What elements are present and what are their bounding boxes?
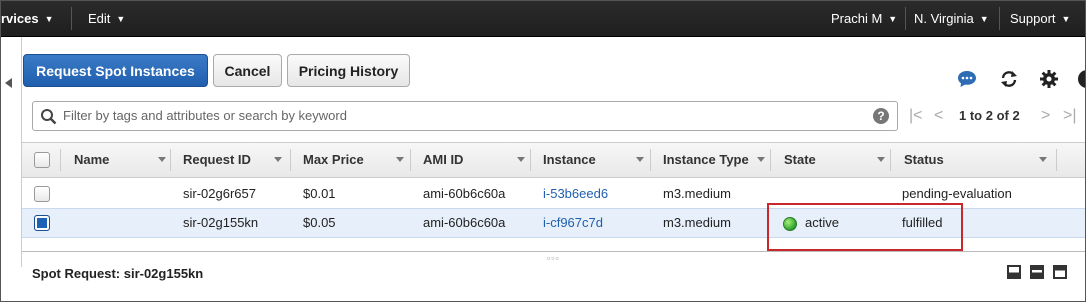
user-label: Prachi M (831, 11, 883, 26)
chevron-down-icon: ▼ (979, 14, 989, 25)
column-divider (530, 149, 531, 171)
chevron-down-icon: ▼ (888, 14, 898, 25)
cell-ami-id: ami-60b6c60a (423, 215, 506, 230)
cell-ami-id: ami-60b6c60a (423, 186, 506, 201)
column-header-state[interactable]: State (784, 143, 816, 177)
help-icon[interactable] (1077, 69, 1086, 89)
services-label: rvices (1, 11, 39, 26)
nav-divider (71, 7, 72, 30)
cell-instance-link[interactable]: i-53b6eed6 (543, 180, 608, 207)
sort-caret-icon[interactable] (636, 157, 644, 162)
sort-caret-icon[interactable] (517, 157, 525, 162)
cancel-button[interactable]: Cancel (213, 54, 282, 87)
support-menu[interactable]: Support ▼ (1010, 1, 1070, 36)
column-divider (890, 149, 891, 171)
column-header-request-id[interactable]: Request ID (183, 143, 251, 177)
row-checkbox[interactable] (34, 186, 50, 202)
next-page-icon[interactable]: > (1041, 101, 1050, 131)
chevron-down-icon: ▼ (44, 14, 54, 25)
console-frame: rvices ▼ Edit ▼ Prachi M ▼ N. Virginia ▼ Sup… (0, 0, 1086, 302)
sort-caret-icon[interactable] (274, 157, 282, 162)
question-icon[interactable]: ? (873, 108, 889, 124)
collapse-arrow-icon[interactable] (5, 78, 12, 88)
pane-splitter[interactable] (22, 251, 1085, 252)
pagination-range: 1 to 2 of 2 (959, 108, 1020, 123)
refresh-icon[interactable] (999, 69, 1019, 89)
column-header-instance-type[interactable]: Instance Type (663, 143, 749, 177)
drag-handle-icon[interactable]: ▫▫▫ (547, 253, 560, 263)
column-divider (60, 149, 61, 171)
edit-label: Edit (88, 11, 111, 26)
detail-pane-title: Spot Request: sir-02g155kn (32, 266, 204, 281)
search-placeholder: Filter by tags and attributes or search … (63, 108, 347, 123)
column-header-status[interactable]: Status (904, 143, 944, 177)
sidebar-collapse-strip[interactable] (1, 37, 22, 267)
cell-request-id: sir-02g155kn (183, 215, 259, 230)
chevron-down-icon: ▼ (1061, 14, 1071, 25)
cell-instance-type: m3.medium (663, 215, 731, 230)
cell-instance-type: m3.medium (663, 186, 731, 201)
nav-divider (999, 7, 1000, 30)
sort-caret-icon[interactable] (757, 157, 765, 162)
services-menu[interactable]: rvices ▼ (1, 1, 54, 36)
column-header-max-price[interactable]: Max Price (303, 143, 364, 177)
region-menu[interactable]: N. Virginia ▼ (914, 1, 989, 36)
cell-instance-link[interactable]: i-cf967c7d (543, 209, 603, 236)
column-divider (1056, 149, 1057, 171)
sort-caret-icon[interactable] (877, 157, 885, 162)
search-icon (41, 109, 57, 125)
row-checkbox-checked[interactable] (34, 215, 50, 231)
pricing-history-button[interactable]: Pricing History (287, 54, 410, 87)
prev-page-icon[interactable]: < (934, 101, 943, 131)
chat-icon[interactable] (957, 69, 977, 89)
last-page-icon[interactable]: >| (1063, 101, 1077, 131)
select-all-checkbox[interactable] (34, 152, 50, 168)
region-label: N. Virginia (914, 11, 974, 26)
request-spot-instances-button[interactable]: Request Spot Instances (23, 54, 208, 87)
cell-request-id: sir-02g6r657 (183, 186, 256, 201)
top-nav: rvices ▼ Edit ▼ Prachi M ▼ N. Virginia ▼ Sup… (1, 1, 1085, 37)
nav-divider (905, 7, 906, 30)
search-input[interactable]: Filter by tags and attributes or search … (32, 101, 898, 131)
layout-top-icon[interactable] (1053, 265, 1067, 279)
layout-split-icon[interactable] (1030, 265, 1044, 279)
column-header-instance[interactable]: Instance (543, 143, 596, 177)
chevron-down-icon: ▼ (116, 14, 126, 25)
user-menu[interactable]: Prachi M ▼ (831, 1, 897, 36)
sort-caret-icon[interactable] (1039, 157, 1047, 162)
column-divider (650, 149, 651, 171)
support-label: Support (1010, 11, 1056, 26)
column-divider (770, 149, 771, 171)
edit-menu[interactable]: Edit ▼ (88, 1, 125, 36)
column-divider (170, 149, 171, 171)
state-status-highlight (767, 203, 963, 251)
column-header-ami-id[interactable]: AMI ID (423, 143, 463, 177)
gear-icon[interactable] (1039, 69, 1059, 89)
layout-bottom-icon[interactable] (1007, 265, 1021, 279)
sort-caret-icon[interactable] (396, 157, 404, 162)
first-page-icon[interactable]: |< (909, 101, 923, 131)
cell-max-price: $0.05 (303, 215, 336, 230)
column-divider (410, 149, 411, 171)
sort-caret-icon[interactable] (158, 157, 166, 162)
cell-max-price: $0.01 (303, 186, 336, 201)
table-header: Name Request ID Max Price AMI ID Instanc… (22, 142, 1085, 178)
column-header-name[interactable]: Name (74, 143, 109, 177)
column-divider (290, 149, 291, 171)
